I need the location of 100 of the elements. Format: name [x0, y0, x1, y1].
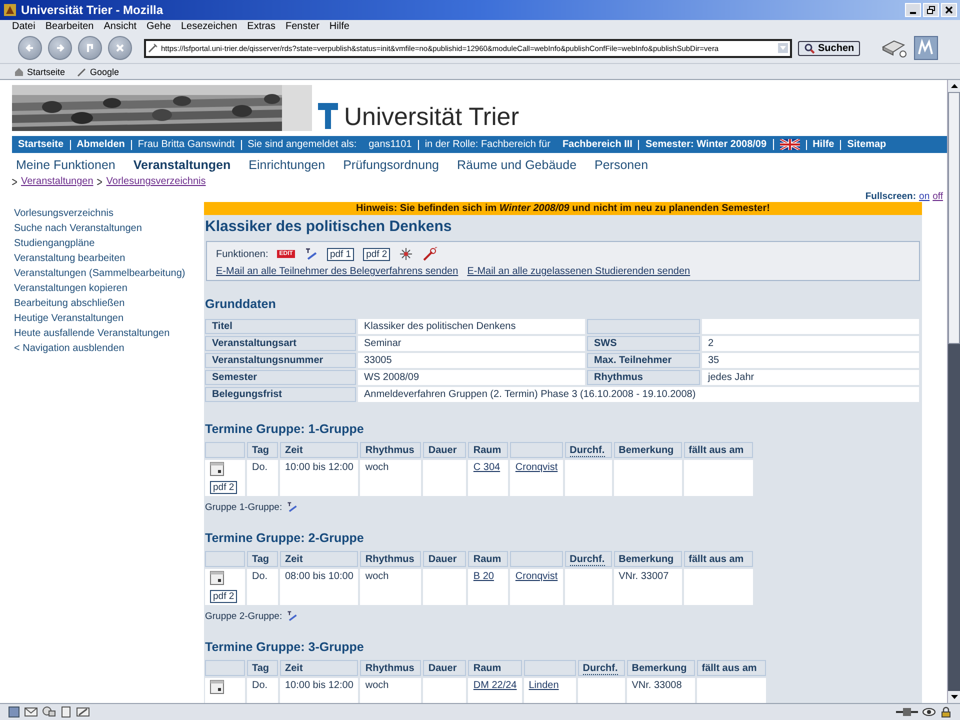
- edit-icon[interactable]: [76, 706, 90, 718]
- document-icon[interactable]: [60, 706, 72, 718]
- sidebar-link[interactable]: Veranstaltungen kopieren: [14, 283, 204, 294]
- forward-button[interactable]: [48, 36, 72, 60]
- minimize-button[interactable]: [905, 3, 921, 17]
- fullscreen-on-link[interactable]: on: [919, 191, 930, 202]
- room-link[interactable]: B 20: [473, 571, 494, 582]
- calendar-icon[interactable]: [210, 680, 224, 694]
- sidebar-link[interactable]: Heute ausfallende Veranstaltungen: [14, 328, 204, 339]
- section-heading: Termine Gruppe: 1-Gruppe: [205, 422, 365, 436]
- chat-icon[interactable]: [42, 706, 56, 718]
- fullscreen-label: Fullscreen:: [865, 191, 916, 202]
- email-link[interactable]: E-Mail an alle Teilnehmer des Belegverfahrens senden: [216, 266, 458, 277]
- lecturer-link[interactable]: Linden: [528, 680, 559, 691]
- menu-item[interactable]: Extras: [247, 21, 276, 32]
- scrollbar[interactable]: [947, 80, 960, 703]
- calendar-icon[interactable]: [210, 571, 224, 585]
- field-value: 2: [702, 336, 919, 351]
- pdf-button[interactable]: pdf 2: [210, 481, 238, 494]
- wand-icon[interactable]: [422, 247, 438, 261]
- pdf-button[interactable]: pdf 1: [326, 248, 354, 260]
- union-jack-flag-icon[interactable]: [780, 139, 800, 150]
- column-header: Raum: [468, 660, 522, 676]
- sidebar-link[interactable]: Veranstaltungen (Sammelbearbeitung): [14, 268, 204, 279]
- nav-tab[interactable]: Räume und Gebäude: [456, 158, 577, 172]
- sidebar-link[interactable]: Heutige Veranstaltungen: [14, 313, 204, 324]
- sidebar-link[interactable]: Vorlesungsverzeichnis: [14, 208, 204, 219]
- search-button[interactable]: Suchen: [798, 40, 860, 56]
- scroll-up-arrow-icon[interactable]: [950, 84, 958, 88]
- nav-tab[interactable]: Prüfungsordnung: [343, 158, 439, 172]
- table-cell: Do.: [247, 678, 278, 703]
- nav-tab[interactable]: Meine Funktionen: [16, 158, 116, 172]
- user-bar-link[interactable]: Sitemap: [847, 140, 886, 150]
- menu-item[interactable]: Bearbeiten: [45, 21, 94, 32]
- window-title: Universität Trier - Mozilla: [21, 3, 164, 17]
- nav-tab[interactable]: Veranstaltungen: [133, 158, 231, 172]
- page-icon: [77, 66, 88, 76]
- close-icon: [945, 6, 953, 14]
- calendar-icon[interactable]: [210, 462, 224, 476]
- stop-button[interactable]: [108, 36, 132, 60]
- bookmark-item[interactable]: Startseite: [14, 66, 66, 76]
- field-label: Max. Teilnehmer: [587, 353, 700, 368]
- room-link[interactable]: DM 22/24: [473, 680, 517, 691]
- pdf-button[interactable]: pdf 2: [210, 590, 238, 603]
- menu-item[interactable]: Lesezeichen: [181, 21, 238, 32]
- room-link[interactable]: C 304: [473, 462, 500, 473]
- sidebar-link[interactable]: Bearbeitung abschließen: [14, 298, 204, 309]
- fullscreen-off-link[interactable]: off: [932, 191, 943, 202]
- maximize-button[interactable]: [923, 3, 939, 17]
- user-bar-link[interactable]: Hilfe: [812, 140, 834, 150]
- column-header: Tag: [247, 442, 278, 458]
- page-title: Klassiker des politischen Denkens: [205, 218, 453, 235]
- navigator-icon[interactable]: [8, 706, 20, 718]
- user-name: Frau Britta Ganswindt: [138, 140, 235, 150]
- menu-item[interactable]: Fenster: [286, 21, 320, 32]
- pen-icon[interactable]: [286, 501, 298, 513]
- back-button[interactable]: [18, 36, 42, 60]
- table-cell: Do.: [247, 569, 278, 605]
- table-cell: woch: [360, 569, 422, 605]
- sidebar-link[interactable]: Studiengangpläne: [14, 238, 204, 249]
- mail-icon[interactable]: [24, 706, 38, 718]
- functions-label: Funktionen:: [216, 248, 268, 260]
- column-header: [510, 442, 563, 458]
- eye-icon: [922, 706, 936, 718]
- field-value: Klassiker des politischen Denkens: [358, 319, 585, 334]
- user-bar-value: Fachbereich III: [562, 140, 632, 150]
- table-cell: VNr. 33008: [626, 678, 695, 703]
- home-button[interactable]: [78, 36, 102, 60]
- menu-item[interactable]: Datei: [12, 21, 36, 32]
- breadcrumb-link[interactable]: Vorlesungsverzeichnis: [106, 176, 206, 187]
- bookmark-item[interactable]: Google: [77, 66, 120, 76]
- sidebar-link[interactable]: < Navigation ausblenden: [14, 343, 204, 354]
- menu-item[interactable]: Gehe: [146, 21, 171, 32]
- sidebar-link[interactable]: Veranstaltung bearbeiten: [14, 253, 204, 264]
- pdf-button[interactable]: pdf 2: [363, 248, 390, 260]
- nav-tab[interactable]: Personen: [594, 158, 648, 172]
- column-header: Zeit: [280, 551, 358, 567]
- scroll-down-arrow-icon[interactable]: [950, 695, 958, 699]
- breadcrumb-link[interactable]: Veranstaltungen: [21, 176, 94, 187]
- pen-icon[interactable]: [304, 247, 318, 261]
- menu-item[interactable]: Hilfe: [329, 21, 350, 32]
- field-label: SWS: [587, 336, 700, 351]
- close-button[interactable]: [941, 3, 957, 17]
- sparkle-icon[interactable]: [399, 247, 414, 261]
- nav-tab[interactable]: Einrichtungen: [248, 158, 326, 172]
- table-cell: [684, 569, 753, 605]
- user-bar-link[interactable]: Abmelden: [76, 140, 125, 150]
- pen-icon[interactable]: [286, 610, 298, 622]
- table-cell: [684, 460, 753, 496]
- lecturer-link[interactable]: Cronqvist: [515, 571, 558, 582]
- column-header: Bemerkung: [626, 660, 695, 676]
- lecturer-link[interactable]: Cronqvist: [515, 462, 558, 473]
- email-link[interactable]: E-Mail an alle zugelassenen Studierenden senden: [467, 266, 690, 277]
- user-bar-link[interactable]: Startseite: [18, 140, 64, 150]
- column-header: Dauer: [423, 660, 466, 676]
- table-cell: woch: [360, 678, 422, 703]
- user-bar-value: gans1101: [368, 140, 412, 150]
- sidebar-link[interactable]: Suche nach Veranstaltungen: [14, 223, 204, 234]
- user-bar-link[interactable]: Semester: Winter 2008/09: [645, 140, 767, 150]
- menu-item[interactable]: Ansicht: [104, 21, 137, 32]
